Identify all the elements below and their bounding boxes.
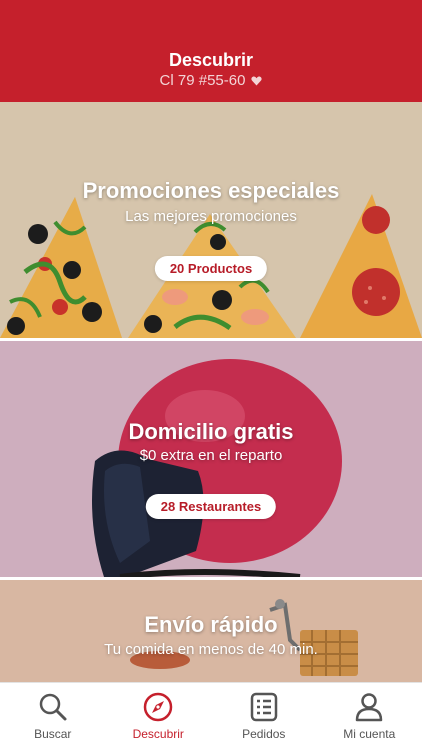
page-title: Descubrir: [168, 50, 254, 70]
user-icon: [356, 693, 383, 722]
tab-descubrir[interactable]: Descubrir: [106, 683, 212, 750]
tab-pedidos[interactable]: Pedidos: [211, 683, 317, 750]
restaurants-count-button[interactable]: 28 Restaurantes: [145, 494, 277, 519]
tab-label: Buscar: [34, 727, 72, 741]
promo-card-domicilio-gratis[interactable]: Domicilio gratis $0 extra en el reparto …: [0, 341, 422, 577]
products-count-button[interactable]: 20 Productos: [154, 256, 268, 281]
card-title: Domicilio gratis: [128, 419, 294, 444]
receipt-icon: [250, 692, 277, 722]
tab-buscar[interactable]: Buscar: [0, 683, 106, 750]
address-text: Cl 79 #55-60: [159, 72, 246, 89]
search-icon: [39, 693, 67, 721]
address-selector[interactable]: Cl 79 #55-60: [0, 72, 422, 89]
tab-mi-cuenta[interactable]: Mi cuenta: [317, 683, 422, 750]
card-subtitle: Tu comida en menos de 40 min.: [104, 641, 318, 658]
tab-label: Mi cuenta: [343, 727, 396, 741]
card-subtitle: Las mejores promociones: [125, 208, 297, 225]
top-header: Descubrir Cl 79 #55-60: [0, 0, 422, 102]
bottom-tab-bar: Buscar Descubrir Pedidos Mi cuenta: [0, 682, 422, 750]
card-title: Envío rápido: [144, 612, 278, 637]
compass-icon: [144, 692, 173, 722]
card-subtitle: $0 extra en el reparto: [139, 447, 283, 464]
tab-label: Descubrir: [132, 727, 184, 741]
dropdown-heart-icon: [251, 75, 263, 86]
promo-card-envio-rapido[interactable]: Envío rápido Tu comida en menos de 40 mi…: [0, 580, 422, 690]
tab-label: Pedidos: [242, 727, 286, 741]
card-title: Promociones especiales: [82, 178, 340, 203]
promo-card-especiales[interactable]: Promociones especiales Las mejores promo…: [0, 102, 422, 338]
